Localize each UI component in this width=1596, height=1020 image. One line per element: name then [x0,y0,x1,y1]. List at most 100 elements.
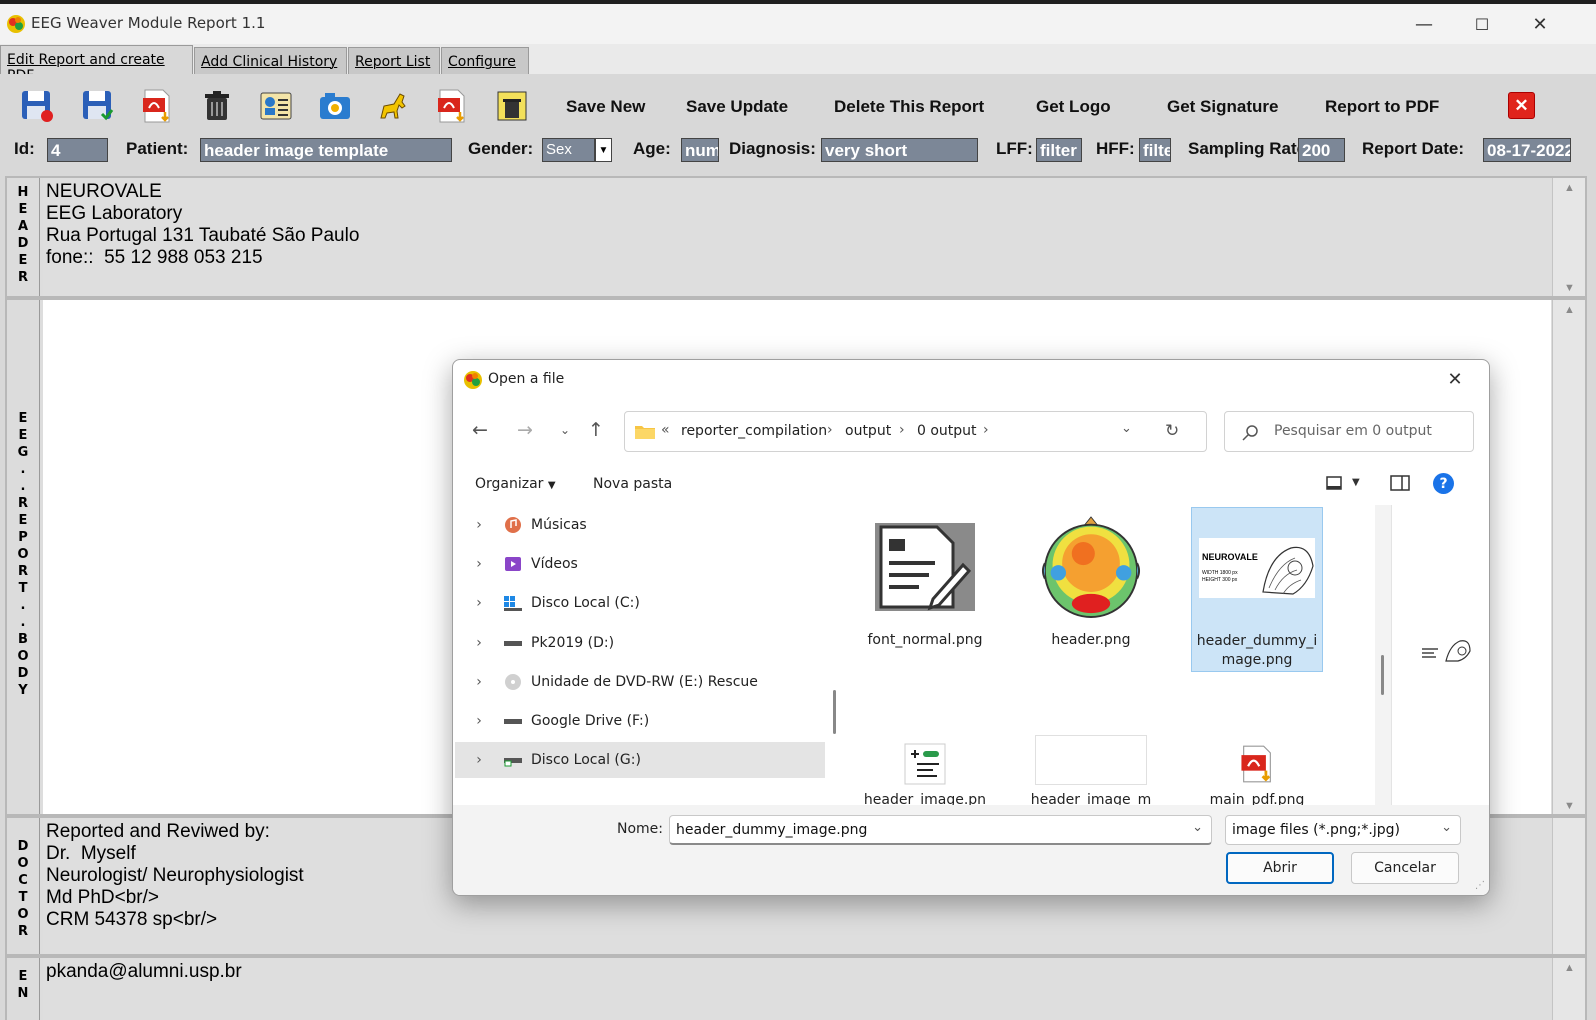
organize-menu[interactable]: Organizar ▼ [475,476,556,492]
expand-chevron-icon[interactable]: › [455,595,503,611]
nav-item-pk2019-d[interactable]: › Pk2019 (D:) [455,625,825,661]
view-mode-icon[interactable] [1325,474,1343,492]
maximize-button[interactable]: ☐ [1453,4,1511,44]
nav-item-musicas[interactable]: › Músicas [455,507,825,543]
tab-configure[interactable]: Configure [441,47,529,74]
header-text-area[interactable]: NEUROVALE EEG Laboratory Rua Portugal 13… [43,178,1551,296]
file-item-font-normal[interactable]: font_normal.png [859,507,991,672]
lff-field[interactable]: filter [1036,138,1082,162]
hff-field[interactable]: filte [1139,138,1171,162]
up-arrow-icon[interactable]: ↑ [581,410,611,450]
clinical-history-icon[interactable] [258,88,294,124]
scroll-up-icon[interactable]: ▲ [1553,962,1586,974]
address-bar[interactable]: « reporter_compilation › output › 0 outp… [624,411,1207,452]
save-update-button[interactable]: Save Update [686,97,788,117]
lff-label: LFF: [996,139,1033,158]
file-item-header-dummy-image[interactable]: NEUROVALE WIDTH 1800 px HEIGHT 300 px he… [1191,507,1323,672]
body-scrollbar[interactable]: ▲ ▼ [1552,300,1585,814]
expand-chevron-icon[interactable]: › [455,556,503,572]
patient-field[interactable]: header image template [200,138,452,162]
minimize-button[interactable]: — [1395,4,1453,44]
file-grid: font_normal.png header.png NEUROVALE WID… [845,505,1375,805]
forward-arrow-icon[interactable]: → [510,410,540,450]
address-history-chevron-icon[interactable]: ⌄ [1121,421,1132,436]
expand-chevron-icon[interactable]: › [455,713,503,729]
report-pdf-icon[interactable] [434,88,470,124]
side-letter: . [20,479,26,494]
signature-horse-icon[interactable] [375,88,411,124]
save-update-icon[interactable] [80,88,116,124]
cancel-button[interactable]: Cancelar [1351,852,1459,884]
diagnosis-field[interactable]: very short [821,138,978,162]
tab-add-clinical-history[interactable]: Add Clinical History [194,47,347,74]
file-item-header[interactable]: header.png [1025,507,1157,672]
save-new-button[interactable]: Save New [566,97,645,117]
report-to-pdf-button[interactable]: Report to PDF [1325,97,1439,117]
side-letter: R [17,496,28,511]
resize-grip-icon[interactable]: ⋰ [1475,880,1485,891]
tab-edit-report[interactable]: Edit Report and create PDF [0,45,193,84]
refresh-icon[interactable]: ↻ [1165,421,1179,441]
open-button[interactable]: Abrir [1226,852,1334,884]
nav-item-label: Pk2019 (D:) [531,635,615,651]
report-date-field[interactable]: 08-17-2022 [1483,138,1571,162]
pdf-export-icon[interactable] [139,88,175,124]
nav-item-disco-g[interactable]: › Disco Local (G:) [455,742,825,778]
id-field[interactable]: 4 [47,138,108,162]
scroll-down-icon[interactable]: ▼ [1553,282,1586,294]
filename-input[interactable]: header_dummy_image.png ⌄ [669,815,1212,845]
trash-icon[interactable] [199,88,235,124]
sampling-rate-field[interactable]: 200 [1298,138,1345,162]
nav-item-disco-c[interactable]: › Disco Local (C:) [455,585,825,621]
age-field[interactable]: num [681,138,719,162]
help-icon[interactable]: ? [1433,473,1454,494]
file-grid-scrollbar[interactable] [1375,505,1391,805]
breadcrumb-overflow[interactable]: « [661,422,670,438]
expand-chevron-icon[interactable]: › [455,752,503,768]
nav-item-dvd-e[interactable]: › Unidade de DVD-RW (E:) Rescue [455,664,825,700]
archive-bin-icon[interactable] [494,88,530,124]
view-dropdown-caret-icon[interactable]: ▼ [1352,477,1360,488]
filename-history-chevron-icon[interactable]: ⌄ [1192,820,1203,835]
breadcrumb-output[interactable]: output [845,423,891,439]
scrollbar-thumb[interactable] [1381,655,1384,695]
doctor-scrollbar[interactable] [1552,818,1585,954]
gender-dropdown-arrow-icon[interactable]: ▼ [595,138,612,162]
nav-item-videos[interactable]: › Vídeos [455,546,825,582]
back-arrow-icon[interactable]: ← [465,410,495,450]
close-report-button[interactable]: ✕ [1508,92,1535,119]
file-item-header-image-m[interactable]: header_image_m [1025,733,1157,805]
dvd-icon [503,673,523,691]
expand-chevron-icon[interactable]: › [455,635,503,651]
end-scrollbar[interactable]: ▲ [1552,958,1585,1020]
get-logo-button[interactable]: Get Logo [1036,97,1111,117]
expand-chevron-icon[interactable]: › [455,674,503,690]
header-scrollbar[interactable]: ▲ ▼ [1552,178,1585,296]
delete-report-button[interactable]: Delete This Report [834,97,984,117]
get-signature-button[interactable]: Get Signature [1167,97,1278,117]
expand-chevron-icon[interactable]: › [455,517,503,533]
gender-select[interactable]: Sex [542,138,595,162]
nav-item-google-drive-f[interactable]: › Google Drive (F:) [455,703,825,739]
file-item-header-image-pn[interactable]: header_image.pn [859,733,991,805]
file-type-chevron-icon[interactable]: ⌄ [1441,820,1452,835]
file-type-select[interactable]: image files (*.png;*.jpg) ⌄ [1225,815,1461,845]
close-window-button[interactable]: ✕ [1511,4,1569,44]
scroll-down-icon[interactable]: ▼ [1553,800,1586,812]
save-new-icon[interactable] [19,88,55,124]
scroll-up-icon[interactable]: ▲ [1553,182,1586,194]
breadcrumb-reporter-compilation[interactable]: reporter_compilation [681,423,827,439]
search-box[interactable]: Pesquisar em 0 output [1224,411,1474,452]
end-text-area[interactable]: pkanda@alumni.usp.br [43,958,1551,1020]
get-logo-icon[interactable] [317,88,353,124]
breadcrumb-0-output[interactable]: 0 output [917,423,977,439]
new-folder-button[interactable]: Nova pasta [593,476,672,492]
tab-report-list[interactable]: Report List [348,47,440,74]
scroll-up-icon[interactable]: ▲ [1553,304,1586,316]
dialog-close-button[interactable]: ✕ [1435,364,1475,394]
nav-pane-scrollbar[interactable] [833,690,836,734]
preview-pane-icon[interactable] [1390,474,1410,492]
recent-chevron-icon[interactable]: ⌄ [550,410,580,450]
file-item-main-pdf[interactable]: main_pdf.png [1191,733,1323,805]
nav-item-label: Unidade de DVD-RW (E:) Rescue [531,674,758,690]
